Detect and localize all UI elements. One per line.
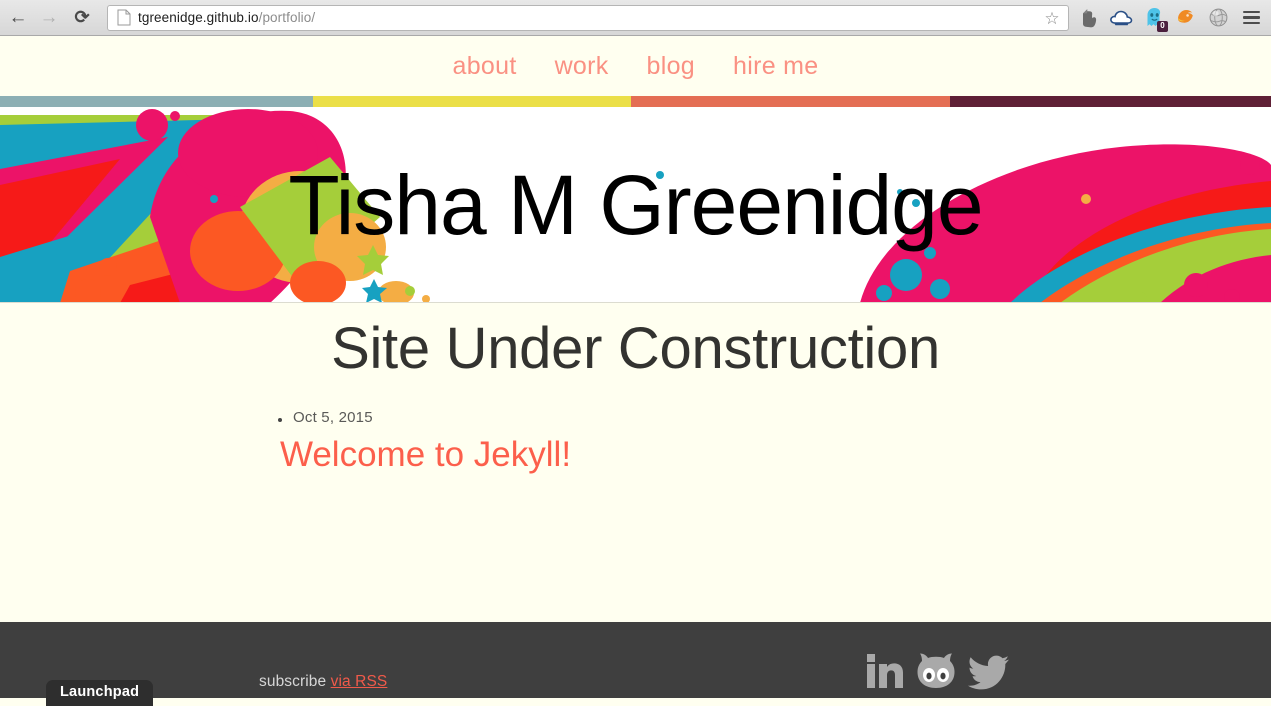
back-button[interactable]: ← — [5, 5, 31, 31]
post-date: Oct 5, 2015 — [293, 408, 373, 426]
firefox-extension-icon[interactable] — [1173, 5, 1199, 31]
nav-link-work[interactable]: work — [555, 52, 609, 81]
main-content: Site Under Construction Oct 5, 2015 Welc… — [0, 304, 1271, 622]
ghostery-extension-icon[interactable]: 0 — [1141, 5, 1168, 32]
url-text: tgreenidge.github.io/portfolio/ — [138, 10, 315, 25]
color-stripe-bar — [0, 96, 1271, 107]
ghostery-badge-count: 0 — [1157, 20, 1168, 32]
post-list-item: Oct 5, 2015 Welcome to Jekyll! — [0, 409, 1271, 475]
site-navigation: about work blog hire me — [0, 37, 1271, 96]
stripe-coral — [631, 96, 950, 107]
forward-button[interactable]: → — [36, 5, 62, 31]
subscribe-text: subscribe via RSS — [259, 673, 387, 691]
site-title: Tisha M Greenidge — [288, 157, 983, 252]
globe-extension-icon[interactable] — [1205, 5, 1231, 31]
menu-line — [1242, 10, 1260, 14]
post-link[interactable]: Welcome to Jekyll! — [53, 435, 798, 475]
twitter-icon[interactable] — [967, 652, 1011, 690]
stripe-teal — [0, 96, 313, 107]
post-list: Oct 5, 2015 Welcome to Jekyll! — [0, 409, 1271, 475]
bookmark-star-icon[interactable]: ☆ — [1042, 9, 1062, 29]
nav-link-hire-me[interactable]: hire me — [733, 52, 818, 81]
github-icon[interactable] — [913, 652, 959, 690]
menu-line — [1242, 21, 1260, 25]
menu-line — [1242, 16, 1260, 19]
dock-tooltip-launchpad: Launchpad — [46, 680, 154, 706]
page-document-icon — [117, 9, 131, 26]
cloud-extension-icon[interactable] — [1109, 5, 1135, 31]
site-footer: subscribe via RSS — [0, 622, 1271, 698]
url-domain: tgreenidge.github.io — [138, 10, 259, 25]
nav-link-about[interactable]: about — [453, 52, 517, 81]
hero-banner: Tisha M Greenidge — [0, 107, 1271, 303]
browser-menu-button[interactable] — [1237, 5, 1265, 31]
page-heading: Site Under Construction — [331, 316, 940, 381]
address-bar[interactable]: tgreenidge.github.io/portfolio/ ☆ — [107, 4, 1069, 31]
evernote-extension-icon[interactable] — [1077, 5, 1103, 31]
reload-button[interactable]: ⟳ — [69, 5, 95, 31]
social-icon-group — [865, 652, 1011, 690]
stripe-maroon — [950, 96, 1271, 107]
stripe-yellow — [313, 96, 631, 107]
subscribe-label: subscribe — [259, 673, 331, 690]
nav-link-blog[interactable]: blog — [647, 52, 695, 81]
url-path: /portfolio/ — [258, 10, 316, 25]
browser-toolbar: ← → ⟳ tgreenidge.github.io/portfolio/ ☆ — [0, 0, 1271, 36]
rss-link[interactable]: via RSS — [331, 673, 388, 690]
linkedin-icon[interactable] — [865, 652, 905, 690]
